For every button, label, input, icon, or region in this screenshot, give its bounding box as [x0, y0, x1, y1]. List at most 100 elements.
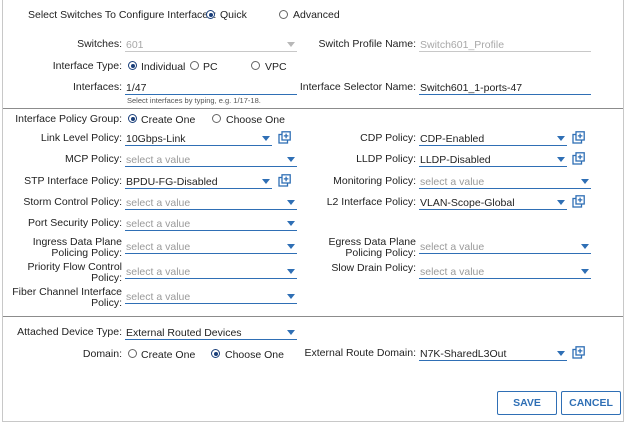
switch-profile-value: Switch601_Profile — [420, 39, 505, 51]
interface-selector-label: Interface Selector Name: — [299, 81, 416, 93]
add-policy-icon[interactable] — [572, 152, 585, 165]
chevron-down-icon — [287, 157, 295, 162]
interface-type-label: Interface Type: — [52, 60, 122, 72]
radio-quick-label[interactable]: Quick — [220, 9, 247, 21]
policy-group-label: Interface Policy Group: — [15, 113, 122, 125]
radio-vpc-label[interactable]: VPC — [265, 61, 287, 73]
ingress-placeholder: select a value — [126, 241, 191, 253]
radio-individual-label[interactable]: Individual — [141, 61, 185, 73]
egress-select[interactable]: select a value — [419, 238, 591, 254]
l2-label: L2 Interface Policy: — [326, 196, 416, 208]
chevron-down-icon — [557, 351, 565, 356]
ingress-label-line2: Policing Policy: — [51, 247, 122, 259]
radio-advanced[interactable] — [279, 10, 288, 19]
radio-domain-choose-label[interactable]: Choose One — [225, 349, 284, 361]
chevron-down-icon — [262, 179, 270, 184]
cdp-label: CDP Policy: — [360, 132, 416, 144]
radio-pc[interactable] — [190, 61, 199, 70]
interface-selector-value: Switch601_1-ports-47 — [420, 82, 523, 94]
chevron-down-icon — [581, 244, 589, 249]
radio-domain-create-label[interactable]: Create One — [141, 349, 195, 361]
select-switches-label: Select Switches To Configure Interfaces: — [28, 9, 217, 21]
section-divider — [3, 108, 623, 109]
radio-choose-one-label[interactable]: Choose One — [226, 114, 285, 126]
radio-advanced-label[interactable]: Advanced — [293, 9, 340, 21]
save-button[interactable]: SAVE — [497, 391, 557, 415]
slow-drain-label: Slow Drain Policy: — [331, 262, 416, 274]
cancel-button[interactable]: CANCEL — [561, 391, 621, 415]
attached-device-label: Attached Device Type: — [17, 326, 122, 338]
link-level-select[interactable]: 10Gbps-Link — [125, 130, 272, 146]
port-security-label: Port Security Policy: — [28, 217, 122, 229]
interfaces-label: Interfaces: — [72, 81, 122, 93]
radio-quick[interactable] — [206, 10, 215, 19]
add-policy-icon[interactable] — [572, 131, 585, 144]
monitoring-select[interactable]: select a value — [419, 173, 591, 189]
add-policy-icon[interactable] — [278, 174, 291, 187]
lldp-select[interactable]: LLDP-Disabled — [419, 151, 567, 167]
monitoring-label: Monitoring Policy: — [333, 175, 416, 187]
ingress-select[interactable]: select a value — [125, 238, 297, 254]
slow-drain-select[interactable]: select a value — [419, 263, 591, 279]
stp-select[interactable]: BPDU-FG-Disabled — [125, 173, 272, 189]
pfc-select[interactable]: select a value — [125, 263, 297, 279]
port-security-placeholder: select a value — [126, 218, 191, 230]
switches-select: 601 — [125, 36, 297, 52]
mcp-label: MCP Policy: — [65, 153, 122, 165]
chevron-down-icon — [262, 136, 270, 141]
egress-label-line2: Policing Policy: — [345, 247, 416, 259]
chevron-down-icon — [287, 221, 295, 226]
radio-vpc[interactable] — [251, 61, 260, 70]
ext-route-domain-select[interactable]: N7K-SharedL3Out — [419, 345, 567, 361]
l2-select[interactable]: VLAN-Scope-Global — [419, 194, 567, 210]
pfc-label: Priority Flow Control Policy: — [27, 262, 122, 284]
add-policy-icon[interactable] — [278, 131, 291, 144]
lldp-label: LLDP Policy: — [356, 153, 416, 165]
add-domain-icon[interactable] — [572, 346, 585, 359]
egress-label: Egress Data Plane Policing Policy: — [328, 237, 416, 259]
chevron-down-icon — [557, 136, 565, 141]
interfaces-value: 1/47 — [126, 82, 147, 94]
fc-placeholder: select a value — [126, 291, 191, 303]
chevron-down-icon — [287, 200, 295, 205]
switch-profile-label: Switch Profile Name: — [318, 38, 416, 50]
pfc-placeholder: select a value — [126, 266, 191, 278]
domain-label: Domain: — [82, 348, 122, 360]
storm-label: Storm Control Policy: — [23, 196, 122, 208]
radio-domain-create[interactable] — [128, 349, 137, 358]
fc-select[interactable]: select a value — [125, 288, 297, 304]
link-level-label: Link Level Policy: — [40, 132, 122, 144]
egress-placeholder: select a value — [420, 241, 485, 253]
radio-create-one-label[interactable]: Create One — [141, 114, 195, 126]
l2-value: VLAN-Scope-Global — [420, 197, 515, 209]
ext-route-domain-label: External Route Domain: — [304, 347, 416, 359]
interfaces-hint: Select interfaces by typing, e.g. 1/17-1… — [127, 96, 261, 105]
radio-individual[interactable] — [128, 61, 137, 70]
radio-create-one[interactable] — [128, 114, 137, 123]
radio-choose-one[interactable] — [212, 114, 221, 123]
switches-label: Switches: — [77, 38, 122, 50]
section-divider — [3, 316, 623, 317]
attached-device-value: External Routed Devices — [126, 327, 242, 339]
switches-value: 601 — [126, 39, 144, 51]
fc-label: Fiber Channel Interface Policy: — [12, 287, 122, 309]
chevron-down-icon — [287, 294, 295, 299]
mcp-select[interactable]: select a value — [125, 151, 297, 167]
interface-selector-input[interactable]: Switch601_1-ports-47 — [419, 79, 591, 95]
ingress-label: Ingress Data Plane Policing Policy: — [33, 237, 122, 259]
mcp-placeholder: select a value — [126, 154, 191, 166]
attached-device-select[interactable]: External Routed Devices — [125, 324, 297, 340]
stp-value: BPDU-FG-Disabled — [126, 176, 218, 188]
cdp-value: CDP-Enabled — [420, 133, 485, 145]
radio-domain-choose[interactable] — [211, 349, 220, 358]
storm-select[interactable]: select a value — [125, 194, 297, 210]
monitoring-placeholder: select a value — [420, 176, 485, 188]
chevron-down-icon — [287, 244, 295, 249]
cdp-select[interactable]: CDP-Enabled — [419, 130, 567, 146]
interfaces-input[interactable]: 1/47 — [125, 79, 297, 95]
chevron-down-icon — [581, 269, 589, 274]
add-policy-icon[interactable] — [572, 195, 585, 208]
radio-pc-label[interactable]: PC — [203, 61, 218, 73]
port-security-select[interactable]: select a value — [125, 215, 297, 231]
ext-route-domain-value: N7K-SharedL3Out — [420, 348, 507, 360]
